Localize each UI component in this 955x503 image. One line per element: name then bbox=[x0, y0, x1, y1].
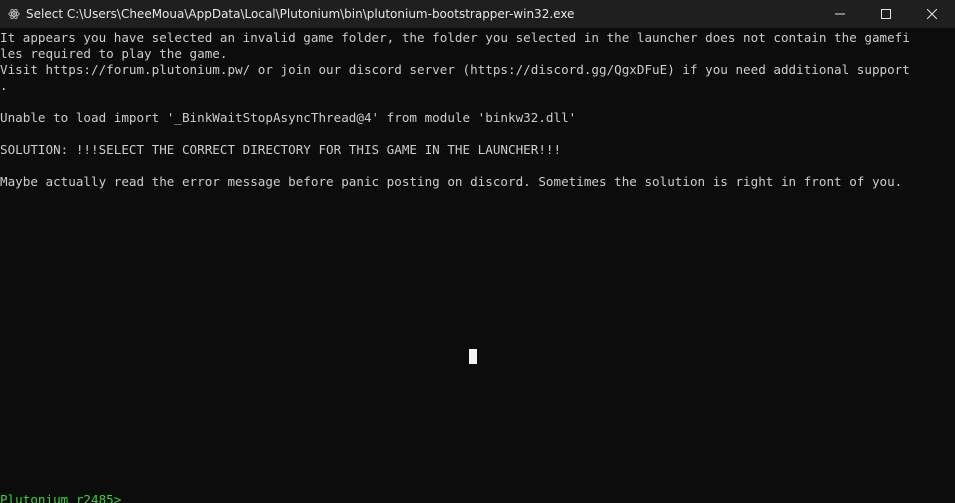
console-line: . bbox=[0, 78, 8, 93]
console-prompt: Plutonium r2485> bbox=[0, 492, 122, 503]
console-line: SOLUTION: !!!SELECT THE CORRECT DIRECTOR… bbox=[0, 142, 562, 157]
maximize-button[interactable] bbox=[863, 0, 909, 28]
close-button[interactable] bbox=[909, 0, 955, 28]
console-output[interactable]: It appears you have selected an invalid … bbox=[0, 29, 955, 503]
text-cursor bbox=[469, 349, 477, 364]
plutonium-atom-icon bbox=[6, 6, 22, 22]
console-line: Unable to load import '_BinkWaitStopAsyn… bbox=[0, 110, 577, 125]
window-title: Select C:\Users\CheeMoua\AppData\Local\P… bbox=[26, 7, 575, 21]
minimize-icon bbox=[835, 13, 845, 15]
console-line: Maybe actually read the error message be… bbox=[0, 174, 903, 189]
console-line: It appears you have selected an invalid … bbox=[0, 30, 910, 45]
console-window: Select C:\Users\CheeMoua\AppData\Local\P… bbox=[0, 0, 955, 503]
minimize-button[interactable] bbox=[817, 0, 863, 28]
window-controls bbox=[817, 0, 955, 28]
console-line: Visit https://forum.plutonium.pw/ or joi… bbox=[0, 62, 910, 77]
maximize-icon bbox=[881, 9, 891, 19]
title-bar[interactable]: Select C:\Users\CheeMoua\AppData\Local\P… bbox=[0, 0, 955, 28]
console-line: les required to play the game. bbox=[0, 46, 228, 61]
close-icon bbox=[927, 9, 937, 19]
